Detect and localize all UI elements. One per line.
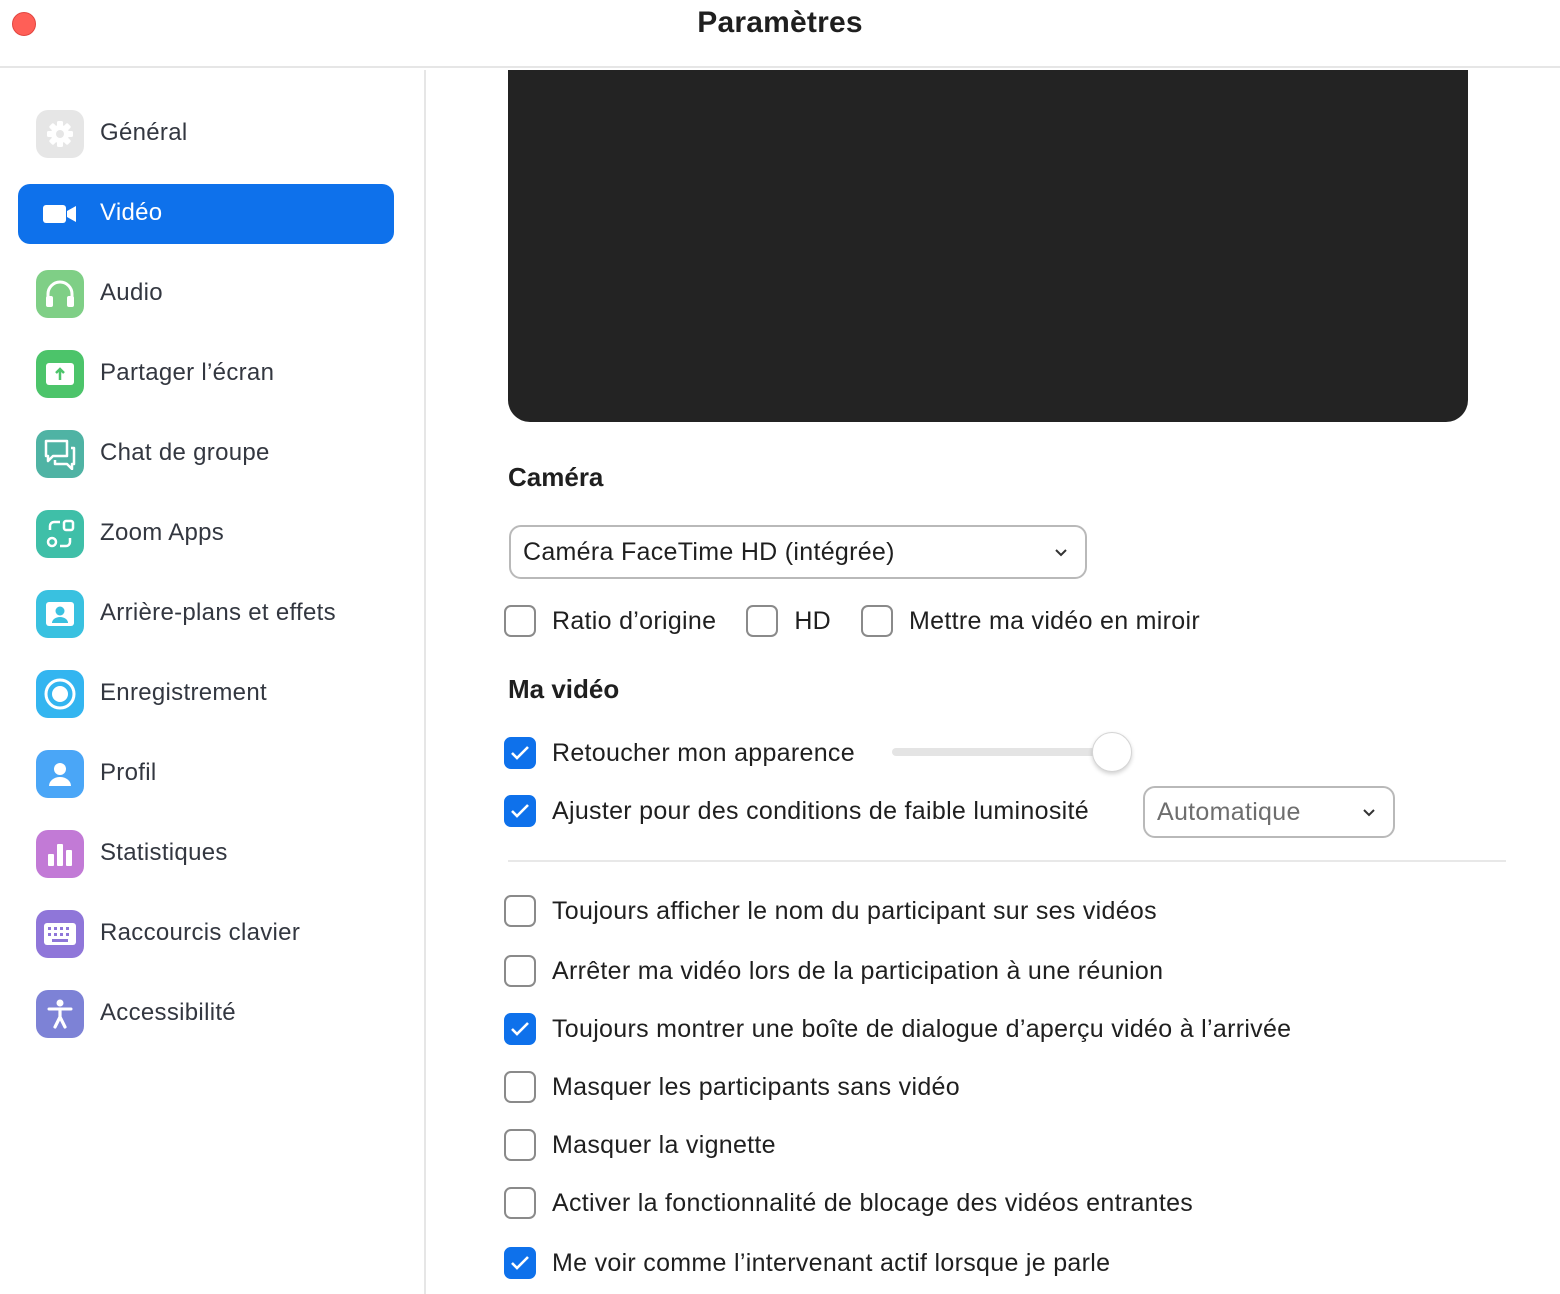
- window-title: Paramètres: [697, 6, 863, 39]
- chat-bubbles-icon: [36, 430, 84, 478]
- video-option-label: Activer la fonctionnalité de blocage des…: [552, 1188, 1194, 1217]
- background-person-icon: [36, 590, 84, 638]
- sidebar-item-label: Enregistrement: [100, 679, 267, 706]
- sidebar-item-share-screen[interactable]: Partager l’écran: [18, 344, 394, 404]
- sidebar-item-keyboard-shortcuts[interactable]: Raccourcis clavier: [18, 904, 394, 964]
- video-option-label: Masquer les participants sans vidéo: [552, 1072, 960, 1101]
- sidebar-item-label: Arrière-plans et effets: [100, 599, 336, 626]
- sidebar-item-label: Accessibilité: [100, 999, 236, 1026]
- video-option-checkbox[interactable]: [504, 1129, 536, 1161]
- sidebar-item-label: Raccourcis clavier: [100, 919, 301, 946]
- video-option-row: Arrêter ma vidéo lors de la participatio…: [504, 955, 1163, 987]
- video-option-row: Activer la fonctionnalité de blocage des…: [504, 1187, 1193, 1219]
- original-ratio-checkbox[interactable]: [504, 605, 536, 637]
- sidebar-item-video[interactable]: Vidéo: [18, 184, 394, 244]
- video-option-checkbox[interactable]: [504, 895, 536, 927]
- sidebar-item-label: Partager l’écran: [100, 359, 275, 386]
- touch-up-label: Retoucher mon apparence: [552, 738, 855, 767]
- video-camera-icon: [36, 190, 84, 238]
- mirror-video-label: Mettre ma vidéo en miroir: [909, 606, 1200, 635]
- video-option-row: Masquer les participants sans vidéo: [504, 1071, 960, 1103]
- video-option-checkbox[interactable]: [504, 1013, 536, 1045]
- chevron-down-icon: [1055, 549, 1067, 557]
- low-light-label: Ajuster pour des conditions de faible lu…: [552, 796, 1089, 825]
- sidebar-item-zoom-apps[interactable]: Zoom Apps: [18, 504, 394, 564]
- gear-icon: [36, 110, 84, 158]
- sidebar-item-group-chat[interactable]: Chat de groupe: [18, 424, 394, 484]
- video-option-checkbox[interactable]: [504, 1187, 536, 1219]
- low-light-mode-value: Automatique: [1157, 797, 1301, 826]
- video-option-checkbox[interactable]: [504, 1247, 536, 1279]
- video-option-row: Toujours afficher le nom du participant …: [504, 895, 1157, 927]
- video-option-label: Me voir comme l’intervenant actif lorsqu…: [552, 1248, 1111, 1277]
- video-option-checkbox[interactable]: [504, 1071, 536, 1103]
- sidebar-item-audio[interactable]: Audio: [18, 264, 394, 324]
- sidebar: Général Vidéo Audio Partager l’écran Cha…: [0, 70, 426, 1294]
- keyboard-icon: [36, 910, 84, 958]
- sidebar-item-label: Vidéo: [100, 199, 163, 226]
- video-option-label: Toujours montrer une boîte de dialogue d…: [552, 1014, 1292, 1043]
- low-light-row: Ajuster pour des conditions de faible lu…: [504, 795, 1089, 827]
- apps-icon: [36, 510, 84, 558]
- sidebar-item-recording[interactable]: Enregistrement: [18, 664, 394, 724]
- sidebar-item-statistics[interactable]: Statistiques: [18, 824, 394, 884]
- sidebar-item-label: Profil: [100, 759, 157, 786]
- camera-select-value: Caméra FaceTime HD (intégrée): [523, 537, 895, 566]
- headphones-icon: [36, 270, 84, 318]
- low-light-mode-select[interactable]: Automatique: [1143, 786, 1395, 838]
- video-settings-panel: Caméra Caméra FaceTime HD (intégrée) Rat…: [428, 70, 1560, 1294]
- video-preview: [508, 70, 1468, 422]
- chevron-down-icon: [1363, 809, 1375, 817]
- video-option-row: Me voir comme l’intervenant actif lorsqu…: [504, 1247, 1110, 1279]
- sidebar-item-label: Audio: [100, 279, 163, 306]
- video-option-row: Toujours montrer une boîte de dialogue d…: [504, 1013, 1291, 1045]
- touch-up-slider-thumb[interactable]: [1092, 732, 1132, 772]
- sidebar-item-label: Général: [100, 119, 188, 146]
- camera-select[interactable]: Caméra FaceTime HD (intégrée): [509, 525, 1087, 579]
- video-option-label: Arrêter ma vidéo lors de la participatio…: [552, 956, 1164, 985]
- camera-options-row: Ratio d’origine HD Mettre ma vidéo en mi…: [504, 605, 1200, 637]
- touch-up-slider-track[interactable]: [892, 748, 1112, 756]
- video-option-label: Masquer la vignette: [552, 1130, 776, 1159]
- touch-up-row: Retoucher mon apparence: [504, 737, 855, 769]
- sidebar-item-backgrounds[interactable]: Arrière-plans et effets: [18, 584, 394, 644]
- hd-checkbox[interactable]: [746, 605, 779, 637]
- my-video-section-title: Ma vidéo: [508, 674, 620, 704]
- sidebar-item-accessibility[interactable]: Accessibilité: [18, 984, 394, 1044]
- sidebar-item-label: Statistiques: [100, 839, 228, 866]
- profile-icon: [36, 750, 84, 798]
- share-screen-icon: [36, 350, 84, 398]
- section-divider: [508, 860, 1506, 862]
- accessibility-icon: [36, 990, 84, 1038]
- sidebar-item-general[interactable]: Général: [18, 104, 394, 164]
- original-ratio-label: Ratio d’origine: [552, 606, 717, 635]
- sidebar-item-label: Zoom Apps: [100, 519, 225, 546]
- low-light-checkbox[interactable]: [504, 795, 536, 827]
- sidebar-item-label: Chat de groupe: [100, 439, 270, 466]
- mirror-video-checkbox[interactable]: [861, 605, 894, 637]
- title-bar: Paramètres: [0, 0, 1560, 68]
- touch-up-checkbox[interactable]: [504, 737, 536, 769]
- hd-label: HD: [794, 606, 832, 635]
- bar-chart-icon: [36, 830, 84, 878]
- record-icon: [36, 670, 84, 718]
- sidebar-item-profile[interactable]: Profil: [18, 744, 394, 804]
- video-option-checkbox[interactable]: [504, 955, 536, 987]
- camera-section-title: Caméra: [508, 462, 604, 492]
- video-option-label: Toujours afficher le nom du participant …: [552, 896, 1157, 925]
- video-option-row: Masquer la vignette: [504, 1129, 776, 1161]
